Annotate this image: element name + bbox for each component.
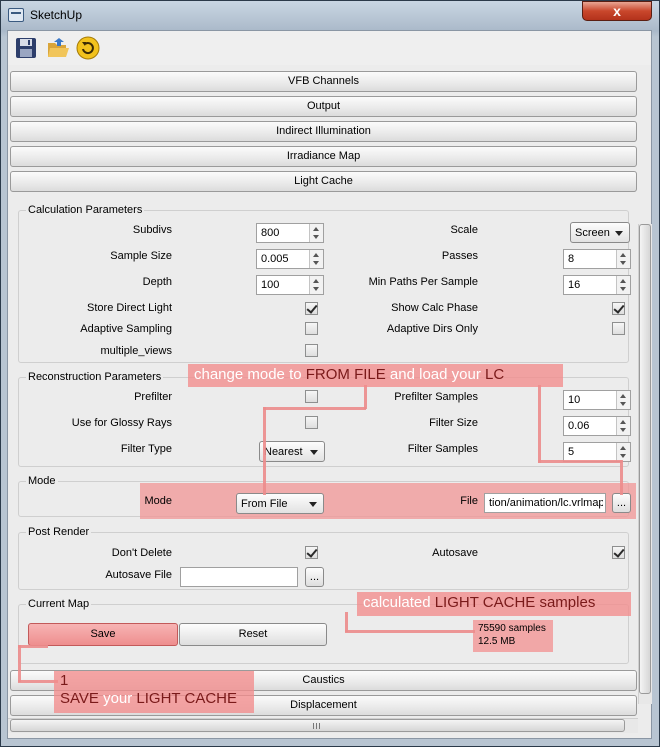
min-paths-spinbox[interactable]: 16 (563, 275, 631, 295)
mode-annotation: change mode to FROM FILE and load your L… (188, 364, 563, 387)
samples-note-connector-v (345, 612, 348, 632)
adaptive-dirs-checkbox[interactable] (612, 322, 625, 335)
autosave-file-field[interactable] (180, 567, 298, 587)
adaptive-dirs-label: Adaptive Dirs Only (386, 323, 478, 335)
section-indirect-illumination[interactable]: Indirect Illumination (10, 121, 637, 142)
mode-note-connector-v2 (364, 385, 367, 409)
sample-size-spinbox[interactable]: 0.005 (256, 249, 324, 269)
autosave-file-label: Autosave File (105, 569, 172, 581)
dont-delete-label: Don't Delete (111, 547, 172, 559)
filter-type-label: Filter Type (120, 443, 172, 455)
save-icon[interactable] (14, 36, 38, 60)
filter-size-spinbox[interactable]: 0.06 (563, 416, 631, 436)
show-calc-phase-checkbox[interactable] (612, 302, 625, 315)
reset-button[interactable]: Reset (179, 623, 327, 646)
file-label: File (460, 495, 478, 507)
app-icon (8, 8, 24, 22)
subdivs-spinbox[interactable]: 800 (256, 223, 324, 243)
prefilter-samples-spinbox[interactable]: 10 (563, 390, 631, 410)
lc-note-connector-v (538, 385, 541, 463)
lc-note-connector-v2 (620, 460, 623, 495)
mode-dropdown[interactable]: From File (236, 493, 324, 514)
post-render-title: Post Render (26, 526, 92, 538)
section-irradiance-map[interactable]: Irradiance Map (10, 146, 637, 167)
show-calc-phase-label: Show Calc Phase (391, 302, 478, 314)
store-direct-light-checkbox[interactable] (305, 302, 318, 315)
save-note-connector-h (18, 680, 58, 683)
glossy-rays-label: Use for Glossy Rays (71, 417, 172, 429)
multiple-views-checkbox[interactable] (305, 344, 318, 357)
autosave-browse-button[interactable]: ... (305, 567, 324, 587)
filter-samples-label: Filter Samples (407, 443, 478, 455)
min-paths-label: Min Paths Per Sample (368, 276, 478, 288)
horizontal-scroll-thumb[interactable] (10, 719, 625, 732)
sample-size-label: Sample Size (110, 250, 172, 262)
passes-spinbox[interactable]: 8 (563, 249, 631, 269)
autosave-label: Autosave (432, 547, 478, 559)
multiple-views-label: multiple_views (100, 345, 172, 357)
store-direct-light-label: Store Direct Light (87, 302, 172, 314)
save-annotation: 1 SAVE your LIGHT CACHE (54, 671, 254, 713)
save-button[interactable]: Save (28, 623, 178, 646)
samples-note-connector-h (345, 630, 475, 633)
save-note-connector-top (18, 645, 48, 648)
section-output[interactable]: Output (10, 96, 637, 117)
dont-delete-checkbox[interactable] (305, 546, 318, 559)
mode-title: Mode (26, 475, 58, 487)
samples-annotation: calculated LIGHT CACHE samples (357, 592, 631, 616)
prefilter-samples-label: Prefilter Samples (394, 391, 478, 403)
save-note-connector-v (18, 645, 21, 682)
autosave-checkbox[interactable] (612, 546, 625, 559)
prefilter-checkbox[interactable] (305, 390, 318, 403)
scale-dropdown[interactable]: Screen (570, 222, 630, 243)
subdivs-label: Subdivs (132, 224, 172, 236)
mode-label: Mode (144, 495, 172, 507)
adaptive-sampling-label: Adaptive Sampling (80, 323, 172, 335)
mode-note-connector-v (263, 407, 266, 495)
vertical-scroll-thumb[interactable] (639, 224, 651, 694)
filter-type-dropdown[interactable]: Nearest (259, 441, 325, 462)
section-light-cache[interactable]: Light Cache (10, 171, 637, 192)
close-button[interactable]: x (582, 1, 652, 21)
reconstruction-parameters-title: Reconstruction Parameters (26, 371, 164, 383)
window-title: SketchUp (30, 8, 83, 22)
current-map-title: Current Map (26, 598, 92, 610)
file-path-field[interactable]: tion/animation/lc.vrlmap (484, 493, 606, 513)
lc-note-connector-h (538, 460, 622, 463)
depth-spinbox[interactable]: 100 (256, 275, 324, 295)
passes-label: Passes (441, 250, 478, 262)
toolbar (8, 31, 651, 65)
filter-size-label: Filter Size (429, 417, 478, 429)
samples-size: 12.5 MB (478, 636, 516, 647)
calculation-parameters-title: Calculation Parameters (26, 204, 145, 216)
reload-icon[interactable] (76, 36, 100, 60)
glossy-rays-checkbox[interactable] (305, 416, 318, 429)
adaptive-sampling-checkbox[interactable] (305, 322, 318, 335)
mode-note-connector (263, 407, 366, 410)
prefilter-label: Prefilter (134, 391, 172, 403)
file-browse-button[interactable]: ... (612, 493, 631, 513)
scale-label: Scale (450, 224, 478, 236)
depth-label: Depth (142, 276, 172, 288)
filter-samples-spinbox[interactable]: 5 (563, 442, 631, 462)
section-vfb-channels[interactable]: VFB Channels (10, 71, 637, 92)
open-folder-icon[interactable] (46, 36, 70, 60)
samples-count: 75590 samples (478, 623, 546, 634)
